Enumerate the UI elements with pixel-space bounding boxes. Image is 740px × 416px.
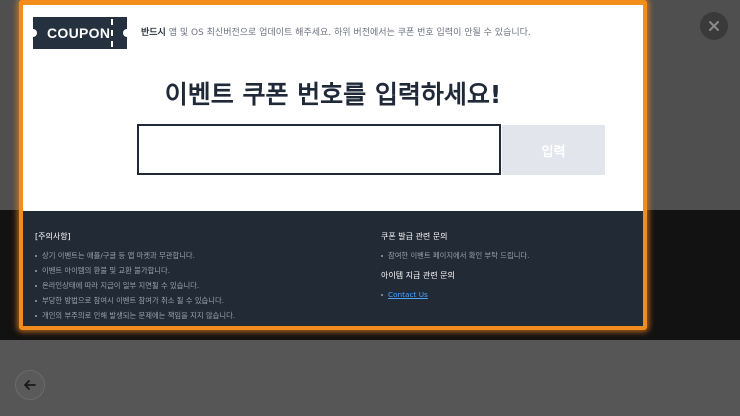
coupon-inquiry-title: 쿠폰 발급 관련 문의 (381, 232, 448, 241)
caution-section: [주의사항] 상기 이벤트는 애플/구글 등 앱 마켓과 무관합니다. 이벤트 … (35, 231, 235, 323)
page-title: 이벤트 쿠폰 번호를 입력하세요! (164, 80, 502, 109)
coupon-code-input[interactable] (137, 124, 501, 175)
item-inquiry-item: Contact Us (381, 287, 529, 302)
update-notice-text: 앱 및 OS 최신버전으로 업데이트 해주세요. 하위 버전에서는 쿠폰 번호 … (165, 28, 531, 38)
caution-title: [주의사항] (35, 232, 71, 241)
coupon-entry-section: COUPON 반드시 앱 및 OS 최신버전으로 업데이트 해주세요. 하위 버… (23, 5, 643, 211)
coupon-tag-label: COUPON (47, 25, 111, 41)
page-bottom-bar (0, 340, 740, 416)
notice-footer: [주의사항] 상기 이벤트는 애플/구글 등 앱 마켓과 무관합니다. 이벤트 … (23, 211, 643, 326)
caution-item: 온라인상태에 따라 지급이 일부 지연될 수 있습니다. (35, 278, 235, 293)
caution-item: 부당한 방법으로 참여시 이벤트 참여가 취소 될 수 있습니다. (35, 293, 235, 308)
update-notice: 반드시 앱 및 OS 최신버전으로 업데이트 해주세요. 하위 버전에서는 쿠폰… (141, 25, 531, 38)
coupon-modal: COUPON 반드시 앱 및 OS 최신버전으로 업데이트 해주세요. 하위 버… (19, 0, 647, 330)
caution-list: 상기 이벤트는 애플/구글 등 앱 마켓과 무관합니다. 이벤트 아이템의 환불… (35, 248, 235, 323)
coupon-inquiry-item: 참여한 이벤트 페이지에서 확인 부탁 드립니다. (381, 248, 529, 263)
back-button[interactable] (15, 370, 45, 400)
inquiry-section: 쿠폰 발급 관련 문의 참여한 이벤트 페이지에서 확인 부탁 드립니다. 아이… (381, 231, 529, 302)
arrow-left-icon (24, 380, 36, 390)
contact-us-link[interactable]: Contact Us (388, 290, 428, 299)
caution-item: 상기 이벤트는 애플/구글 등 앱 마켓과 무관합니다. (35, 248, 235, 263)
update-notice-emphasis: 반드시 (141, 28, 166, 38)
caution-item: 이벤트 아이템의 환불 및 교환 불가합니다. (35, 263, 235, 278)
coupon-tag: COUPON (29, 17, 131, 49)
item-inquiry-title: 아이템 지급 관련 문의 (381, 271, 455, 280)
caution-item: 개인의 부주의로 인해 발생되는 문제에는 책임을 지지 않습니다. (35, 308, 235, 323)
item-inquiry-list: Contact Us (381, 287, 529, 302)
close-icon (709, 21, 719, 31)
submit-button[interactable]: 입력 (502, 125, 605, 175)
coupon-inquiry-list: 참여한 이벤트 페이지에서 확인 부탁 드립니다. (381, 248, 529, 263)
close-button[interactable] (700, 12, 728, 40)
